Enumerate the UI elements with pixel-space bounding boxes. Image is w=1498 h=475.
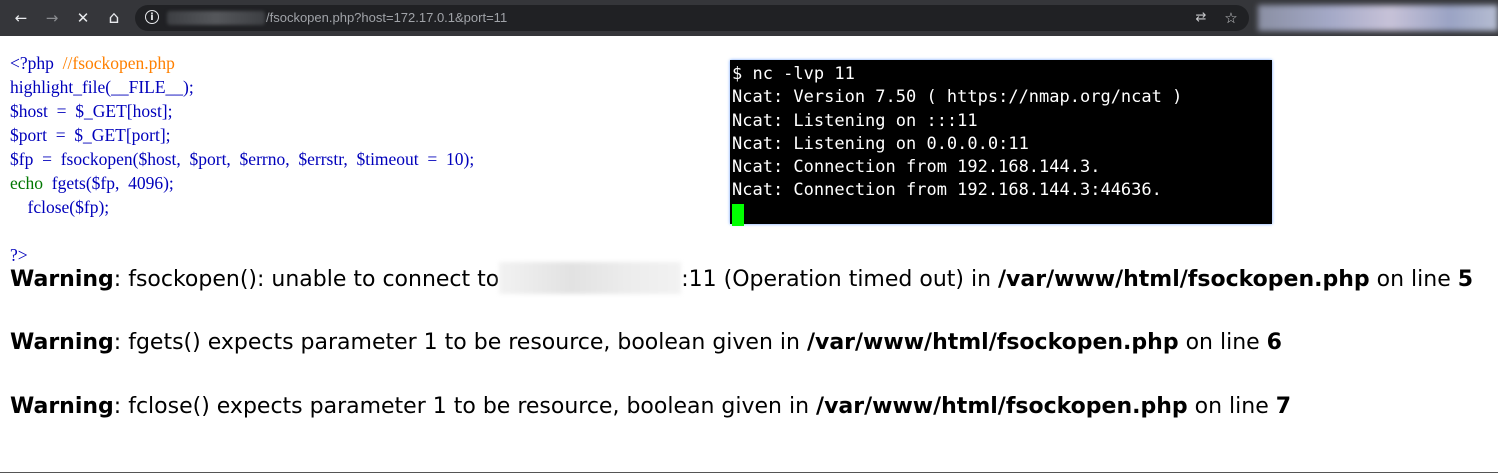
site-info-icon[interactable]: i	[145, 10, 159, 24]
terminal-line: $ nc -lvp 11	[732, 64, 855, 84]
bookmark-star-icon[interactable]: ☆	[1223, 10, 1239, 26]
terminal-line: Ncat: Listening on :::11	[732, 110, 978, 131]
warning-text: on line	[1369, 267, 1458, 292]
php-source-code: <?php //fsockopen.php highlight_file(__FI…	[10, 51, 474, 267]
browser-toolbar: ← → ✕ ⌂ i /fsockopen.php?host=172.17.0.1…	[0, 0, 1498, 36]
forward-icon[interactable]: →	[41, 7, 63, 29]
code-line: fgets($fp, 4096);	[43, 173, 174, 193]
warning-line-number: 6	[1266, 330, 1282, 355]
warning-line-number: 5	[1457, 267, 1474, 292]
warning-text: : fgets() expects parameter 1 to be reso…	[113, 330, 807, 355]
php-comment: //fsockopen.php	[62, 53, 175, 73]
terminal-cursor	[732, 203, 744, 226]
divider	[0, 472, 1498, 473]
terminal-line: Ncat: Listening on 0.0.0.0:11	[732, 133, 1029, 154]
code-line: $port = $_GET[port];	[10, 125, 171, 145]
warning-text: : fclose() expects parameter 1 to be res…	[113, 394, 817, 419]
warning-file: /var/www/html/fsockopen.php	[998, 267, 1370, 292]
warning-message: Warning: fclose() expects parameter 1 to…	[10, 392, 1291, 422]
terminal-line: Ncat: Connection from 192.168.144.3:4463…	[732, 180, 1162, 201]
warning-message: Warning: fsockopen(): unable to connect …	[10, 262, 1474, 296]
warning-label: Warning	[10, 267, 114, 292]
code-line: highlight_file(__FILE__);	[10, 77, 194, 97]
code-line: $fp = fsockopen($host, $port, $errno, $e…	[10, 149, 475, 169]
back-icon[interactable]: ←	[10, 7, 32, 29]
terminal-screenshot: $ nc -lvp 11 Ncat: Version 7.50 ( https:…	[730, 60, 1272, 226]
code-line: $host = $_GET[host];	[10, 101, 173, 121]
warning-label: Warning	[10, 330, 114, 355]
warning-label: Warning	[10, 394, 114, 419]
terminal-line: Ncat: Version 7.50 ( https://nmap.org/nc…	[732, 87, 1183, 108]
warning-text: :11 (Operation timed out) in	[681, 267, 999, 292]
warning-file: /var/www/html/fsockopen.php	[816, 394, 1188, 419]
warning-line-number: 7	[1275, 394, 1292, 419]
profile-area-redacted	[1258, 5, 1498, 31]
warning-message: Warning: fgets() expects parameter 1 to …	[10, 328, 1282, 358]
warning-text: on line	[1178, 330, 1267, 355]
warning-text: on line	[1187, 394, 1276, 419]
url-host-redacted	[167, 11, 265, 25]
warning-file: /var/www/html/fsockopen.php	[806, 330, 1179, 355]
php-open-tag: <?php	[10, 53, 54, 73]
address-bar[interactable]: i /fsockopen.php?host=172.17.0.1&port=11…	[135, 5, 1249, 31]
url-text[interactable]: /fsockopen.php?host=172.17.0.1&port=11	[266, 5, 507, 31]
home-icon[interactable]: ⌂	[103, 7, 125, 29]
warning-text: : fsockopen(): unable to connect to	[113, 267, 500, 292]
translate-icon[interactable]: ⇄	[1193, 10, 1209, 26]
stop-icon[interactable]: ✕	[72, 7, 94, 29]
terminal-line: Ncat: Connection from 192.168.144.3.	[732, 157, 1101, 178]
redacted-host	[499, 262, 682, 294]
code-line: fclose($fp);	[10, 197, 110, 217]
code-keyword-echo: echo	[10, 173, 44, 193]
